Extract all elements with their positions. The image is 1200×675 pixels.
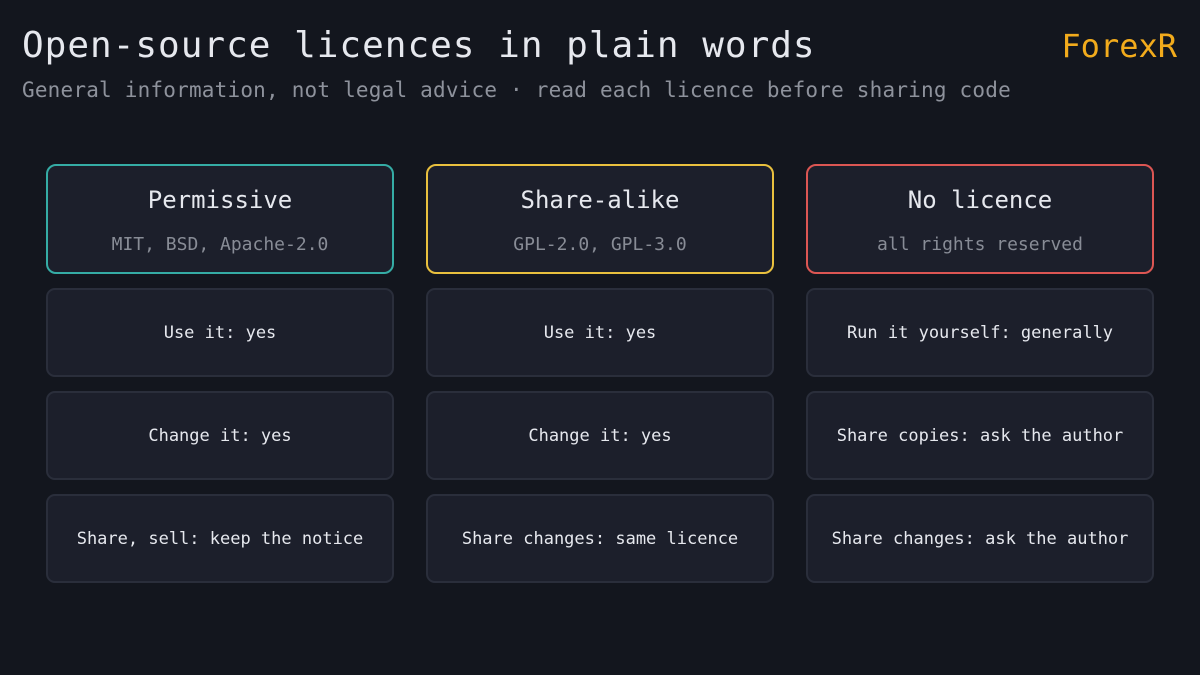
column-share-alike: Share-alike GPL-2.0, GPL-3.0 Use it: yes… — [426, 164, 774, 583]
rule-cell-share: Share changes: ask the author — [806, 494, 1154, 583]
page-subtitle: General information, not legal advice · … — [22, 78, 1011, 102]
category-examples: MIT, BSD, Apache-2.0 — [111, 234, 329, 255]
category-name: Share-alike — [520, 186, 680, 214]
category-card-share-alike: Share-alike GPL-2.0, GPL-3.0 — [426, 164, 774, 274]
category-examples: all rights reserved — [877, 234, 1083, 255]
rule-cell-use: Use it: yes — [46, 288, 394, 377]
rule-cell-change: Change it: yes — [46, 391, 394, 480]
rule-cell-share: Share changes: same licence — [426, 494, 774, 583]
category-card-permissive: Permissive MIT, BSD, Apache-2.0 — [46, 164, 394, 274]
category-examples: GPL-2.0, GPL-3.0 — [513, 234, 687, 255]
rule-cell-change: Change it: yes — [426, 391, 774, 480]
column-permissive: Permissive MIT, BSD, Apache-2.0 Use it: … — [46, 164, 394, 583]
rule-cell-share: Share, sell: keep the notice — [46, 494, 394, 583]
column-no-licence: No licence all rights reserved Run it yo… — [806, 164, 1154, 583]
brand-logo: ForexR — [1061, 27, 1177, 65]
rule-cell-use: Use it: yes — [426, 288, 774, 377]
category-name: No licence — [907, 186, 1053, 214]
category-card-no-licence: No licence all rights reserved — [806, 164, 1154, 274]
category-name: Permissive — [147, 186, 293, 214]
rule-cell-copies: Share copies: ask the author — [806, 391, 1154, 480]
page-title: Open-source licences in plain words — [22, 25, 816, 66]
rule-cell-run: Run it yourself: generally — [806, 288, 1154, 377]
